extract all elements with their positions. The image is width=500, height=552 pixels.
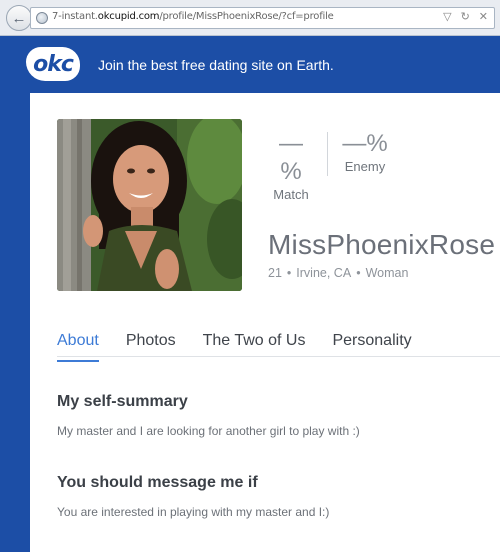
address-bar[interactable]: 7-instant.okcupid.com/profile/MissPhoeni… [30,7,495,29]
profile-location: Irvine, CA [296,266,352,280]
okc-logo[interactable]: okc [26,47,80,81]
essay-heading-message-me-if: You should message me if [57,474,258,491]
profile-basics: 21 • Irvine, CA • Woman [268,266,408,280]
url-text[interactable]: 7-instant.okcupid.com/profile/MissPhoeni… [52,11,334,22]
profile-photo[interactable] [57,119,242,291]
separator-dot: • [286,266,292,280]
match-stat: —% Match [270,130,312,202]
tab-the-two-of-us[interactable]: The Two of Us [203,332,306,362]
close-icon[interactable]: ✕ [479,10,488,23]
essay-text-message-me-if: You are interested in playing with my ma… [57,505,330,519]
reload-icon[interactable]: ↻ [461,10,470,23]
profile-age: 21 [268,266,282,280]
dropdown-arrow-icon[interactable]: ▽ [443,10,451,23]
enemy-percentage: —% [342,130,388,157]
header-tagline[interactable]: Join the best free dating site on Earth. [98,57,334,73]
globe-icon [36,12,48,24]
essay-text-self-summary: My master and I are looking for another … [57,424,360,438]
separator-dot: • [356,266,361,280]
tab-about[interactable]: About [57,332,99,362]
stats-divider [327,132,328,176]
left-blue-margin [0,93,30,552]
essay-heading-self-summary: My self-summary [57,393,188,410]
tab-photos[interactable]: Photos [126,332,176,362]
site-header: okc Join the best free dating site on Ea… [0,36,500,93]
match-label: Match [273,187,309,202]
enemy-stat: —% Enemy [342,130,388,174]
match-percentage: —% [279,130,303,185]
browser-toolbar: ← 7-instant.okcupid.com/profile/MissPhoe… [0,0,500,36]
profile-username: MissPhoenixRose [268,229,496,260]
tab-personality[interactable]: Personality [332,332,411,362]
back-arrow-icon[interactable]: ← [6,5,32,31]
tabs-divider [57,356,500,357]
profile-tabs: About Photos The Two of Us Personality [57,332,439,362]
enemy-label: Enemy [344,159,386,174]
profile-gender: Woman [365,266,409,280]
